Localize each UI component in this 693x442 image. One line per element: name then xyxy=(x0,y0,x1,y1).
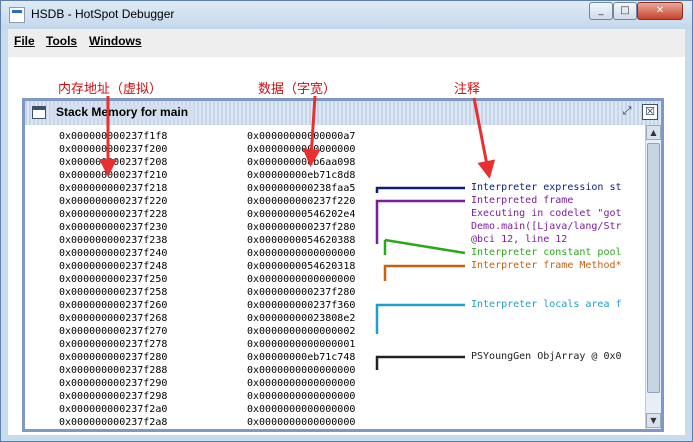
menu-windows[interactable]: Windows xyxy=(89,34,142,48)
restore-icon[interactable]: ⤢ xyxy=(619,104,635,120)
window-titlebar[interactable]: HSDB - HotSpot Debugger _ □ ✕ xyxy=(1,1,692,29)
annotation-text-layer: Interpreter expression st Interpreted fra… xyxy=(25,125,661,429)
menu-tools[interactable]: Tools xyxy=(46,34,77,48)
annotation-label: 注释 xyxy=(454,82,481,97)
annotation-text: Interpreter expression st xyxy=(471,182,622,193)
annotation-text: Interpreter constant pool xyxy=(471,247,622,258)
frame-content: 0x000000000237f1f8 0x00000000000000a7 0x00… xyxy=(25,125,661,429)
scroll-down-arrow[interactable]: ▼ xyxy=(646,413,661,428)
minimize-button[interactable]: _ xyxy=(589,2,613,20)
window-title: HSDB - HotSpot Debugger xyxy=(31,7,175,21)
data-label: 数据（字宽） xyxy=(258,82,337,97)
vertical-scrollbar[interactable]: ▲ ▼ xyxy=(645,125,661,429)
stack-memory-frame: Stack Memory for main ⤢ ☒ 0x000000000237… xyxy=(22,98,664,432)
annotation-text: Executing in codelet "got xyxy=(471,208,622,219)
annotation-text: PSYoungGen ObjArray @ 0x0 xyxy=(471,351,622,362)
annotation-text: Interpreter frame Method* xyxy=(471,260,622,271)
close-button[interactable]: ✕ xyxy=(637,2,683,20)
menu-bar: File Tools Windows xyxy=(8,29,685,53)
frame-title: Stack Memory for main xyxy=(50,105,195,119)
address-label: 内存地址（虚拟） xyxy=(58,82,163,97)
scroll-thumb[interactable] xyxy=(647,143,660,393)
annotation-text: Interpreter locals area f xyxy=(471,299,622,310)
annotation-text: @bci 12, line 12 xyxy=(471,234,568,245)
annotation-text: Interpreted frame xyxy=(471,195,574,206)
frame-close-icon[interactable]: ☒ xyxy=(642,104,658,120)
frame-titlebar[interactable]: Stack Memory for main ⤢ ☒ xyxy=(25,101,661,125)
menu-file[interactable]: File xyxy=(14,34,35,48)
frame-icon xyxy=(32,106,46,119)
annotation-text: Demo.main([Ljava/lang/Str xyxy=(471,221,622,232)
maximize-button[interactable]: □ xyxy=(613,2,637,20)
scroll-up-arrow[interactable]: ▲ xyxy=(646,125,661,140)
app-icon xyxy=(9,7,25,23)
